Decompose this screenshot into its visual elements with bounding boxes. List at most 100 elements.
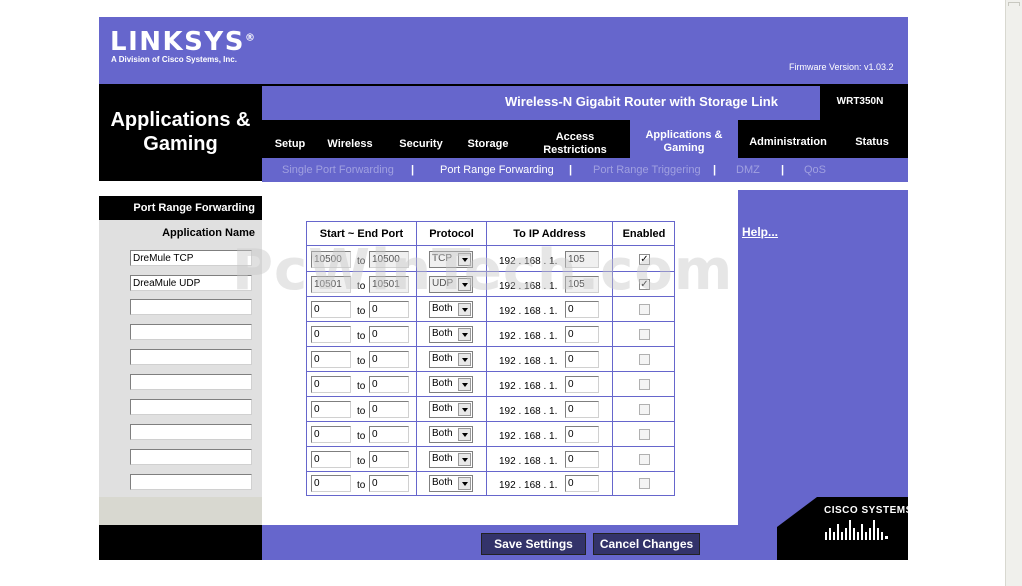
- end-port-input[interactable]: [369, 401, 409, 418]
- subtab-port-range-triggering[interactable]: Port Range Triggering: [593, 164, 701, 176]
- ip-prefix: 192 . 168 . 1.: [499, 356, 558, 367]
- tab-status[interactable]: Status: [846, 136, 898, 149]
- tab-storage[interactable]: Storage: [460, 138, 516, 151]
- start-port-input[interactable]: [311, 475, 351, 492]
- start-port-input[interactable]: [311, 376, 351, 393]
- ip-prefix: 192 . 168 . 1.: [499, 381, 558, 392]
- subnav-separator: |: [781, 164, 785, 176]
- logo-subtitle: A Division of Cisco Systems, Inc.: [111, 55, 237, 64]
- ip-prefix: 192 . 168 . 1.: [499, 456, 558, 467]
- chevron-down-icon: [458, 477, 471, 490]
- enabled-checkbox[interactable]: [639, 404, 650, 415]
- subtab-port-range-forwarding[interactable]: Port Range Forwarding: [440, 164, 554, 176]
- subtab-qos[interactable]: QoS: [804, 164, 826, 176]
- start-port-input[interactable]: [311, 401, 351, 418]
- tab-administration[interactable]: Administration: [742, 136, 834, 149]
- help-link[interactable]: Help...: [742, 225, 778, 239]
- table-row-divider: [306, 421, 675, 422]
- product-name: Wireless-N Gigabit Router with Storage L…: [505, 94, 778, 109]
- chevron-down-icon: [458, 303, 471, 316]
- protocol-select[interactable]: Both: [429, 426, 473, 443]
- protocol-select[interactable]: Both: [429, 376, 473, 393]
- ip-last-octet-input[interactable]: [565, 301, 599, 318]
- app-name-input[interactable]: [130, 449, 252, 465]
- help-column: [718, 190, 908, 525]
- end-port-input[interactable]: [369, 351, 409, 368]
- cancel-changes-button[interactable]: Cancel Changes: [593, 533, 700, 555]
- left-column-spacer: [99, 182, 262, 196]
- enabled-checkbox[interactable]: [639, 304, 650, 315]
- ip-last-octet-input[interactable]: [565, 401, 599, 418]
- protocol-select[interactable]: Both: [429, 301, 473, 318]
- linksys-logo: LINKSYS®: [110, 27, 257, 57]
- protocol-select[interactable]: Both: [429, 326, 473, 343]
- table-row-divider: [306, 371, 675, 372]
- start-port-input[interactable]: [311, 426, 351, 443]
- enabled-checkbox[interactable]: [639, 354, 650, 365]
- start-port-input[interactable]: [311, 301, 351, 318]
- ip-last-octet-input[interactable]: [565, 376, 599, 393]
- to-label: to: [357, 306, 366, 317]
- page-label: Port Range Forwarding: [133, 202, 255, 214]
- ip-last-octet-input[interactable]: [565, 351, 599, 368]
- vertical-scrollbar[interactable]: [1005, 0, 1022, 586]
- tab-access-restrictions[interactable]: Access Restrictions: [530, 131, 620, 157]
- app-name-input[interactable]: [130, 474, 252, 490]
- to-label: to: [357, 381, 366, 392]
- table-row-divider: [306, 396, 675, 397]
- start-port-input[interactable]: [311, 326, 351, 343]
- start-port-input[interactable]: [311, 351, 351, 368]
- chevron-down-icon: [458, 453, 471, 466]
- ip-prefix: 192 . 168 . 1.: [499, 306, 558, 317]
- protocol-select[interactable]: Both: [429, 351, 473, 368]
- enabled-checkbox[interactable]: [639, 329, 650, 340]
- cisco-panel-corner: [777, 497, 817, 527]
- to-label: to: [357, 406, 366, 417]
- chevron-down-icon: [458, 353, 471, 366]
- end-port-input[interactable]: [369, 451, 409, 468]
- protocol-select[interactable]: Both: [429, 401, 473, 418]
- enabled-checkbox[interactable]: [639, 478, 650, 489]
- subtab-dmz[interactable]: DMZ: [736, 164, 760, 176]
- tab-applications-gaming[interactable]: Applications & Gaming: [630, 129, 738, 155]
- app-name-input[interactable]: [130, 374, 252, 390]
- end-port-input[interactable]: [369, 475, 409, 492]
- end-port-input[interactable]: [369, 301, 409, 318]
- start-port-input[interactable]: [311, 451, 351, 468]
- subtab-single-port-forwarding[interactable]: Single Port Forwarding: [282, 164, 394, 176]
- ip-prefix: 192 . 168 . 1.: [499, 431, 558, 442]
- app-name-input[interactable]: [130, 399, 252, 415]
- table-row-divider: [306, 446, 675, 447]
- ip-last-octet-input[interactable]: [565, 475, 599, 492]
- tab-wireless[interactable]: Wireless: [320, 138, 380, 151]
- save-settings-button[interactable]: Save Settings: [481, 533, 586, 555]
- section-title: Applications & Gaming: [110, 109, 251, 155]
- enabled-checkbox[interactable]: [639, 454, 650, 465]
- app-name-input[interactable]: [130, 324, 252, 340]
- end-port-input[interactable]: [369, 376, 409, 393]
- chevron-down-icon: [458, 428, 471, 441]
- model-number: WRT350N: [836, 96, 884, 107]
- ip-last-octet-input[interactable]: [565, 326, 599, 343]
- end-port-input[interactable]: [369, 326, 409, 343]
- to-label: to: [357, 480, 366, 491]
- protocol-select[interactable]: Both: [429, 475, 473, 492]
- chevron-down-icon: [458, 403, 471, 416]
- ip-last-octet-input[interactable]: [565, 451, 599, 468]
- subnav-separator: |: [411, 164, 415, 176]
- enabled-checkbox[interactable]: [639, 429, 650, 440]
- tab-setup[interactable]: Setup: [266, 138, 314, 151]
- cisco-bars-icon: [825, 520, 888, 540]
- to-label: to: [357, 331, 366, 342]
- subnav-separator: |: [713, 164, 717, 176]
- chevron-down-icon: [458, 328, 471, 341]
- ip-last-octet-input[interactable]: [565, 426, 599, 443]
- end-port-input[interactable]: [369, 426, 409, 443]
- enabled-checkbox[interactable]: [639, 379, 650, 390]
- app-name-input[interactable]: [130, 349, 252, 365]
- table-row-divider: [306, 321, 675, 322]
- ip-prefix: 192 . 168 . 1.: [499, 331, 558, 342]
- protocol-select[interactable]: Both: [429, 451, 473, 468]
- app-name-input[interactable]: [130, 424, 252, 440]
- tab-security[interactable]: Security: [390, 138, 452, 151]
